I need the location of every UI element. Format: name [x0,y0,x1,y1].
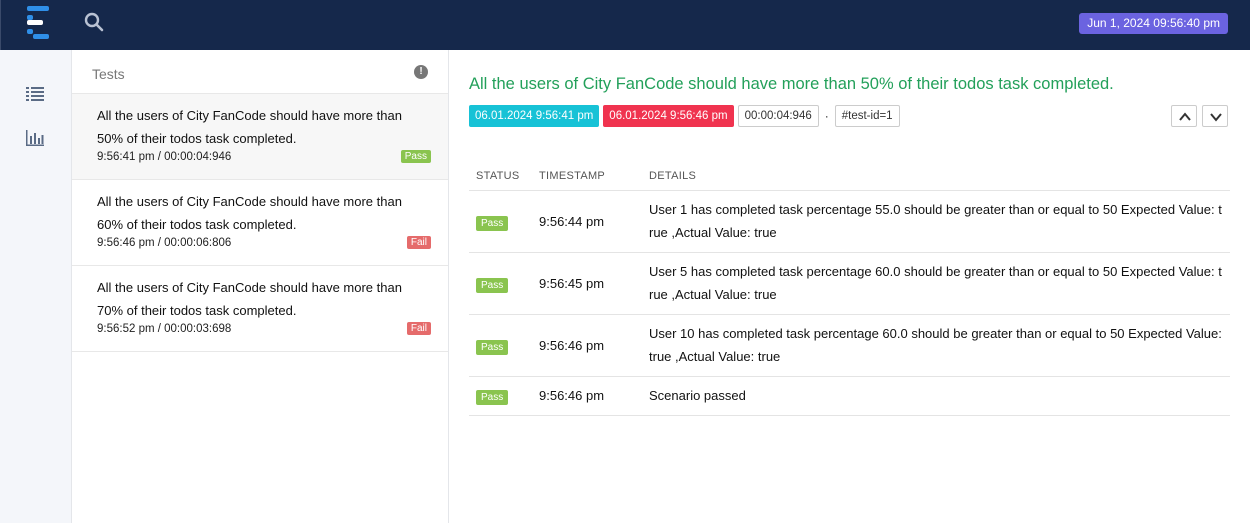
tests-panel-title: Tests [92,66,125,82]
details-column-header: DETAILS [649,162,1230,191]
log-timestamp: 9:56:44 pm [539,190,649,253]
test-item-name: All the users of City FanCode should hav… [97,108,402,146]
status-badge: Pass [476,339,509,355]
test-detail-panel: All the users of City FanCode should hav… [449,50,1250,523]
test-item-meta: 9:56:46 pm / 00:00:06:806 [97,237,232,249]
test-item-meta: 9:56:41 pm / 00:00:04:946 [97,151,232,163]
top-bar: Jun 1, 2024 09:56:40 pm [0,0,1250,50]
test-item[interactable]: All the users of City FanCode should hav… [72,94,448,180]
log-timestamp: 9:56:45 pm [539,252,649,315]
end-time-chip: 06.01.2024 9:56:46 pm [603,105,734,127]
log-details: User 10 has completed task percentage 60… [649,314,1230,377]
previous-test-button[interactable] [1171,105,1197,127]
duration-chip: 00:00:04:946 [737,105,819,127]
search-icon[interactable] [84,12,104,32]
report-date-badge: Jun 1, 2024 09:56:40 pm [1079,13,1228,34]
log-timestamp: 9:56:46 pm [539,314,649,377]
table-row: Pass 9:56:46 pm User 10 has completed ta… [469,314,1230,377]
test-item-name: All the users of City FanCode should hav… [97,194,402,232]
timestamp-column-header: TIMESTAMP [539,162,649,191]
status-badge: Fail [406,236,431,249]
test-item[interactable]: All the users of City FanCode should hav… [72,180,448,266]
chip-separator: · [824,109,829,123]
tests-panel: Tests ! All the users of City FanCode sh… [72,50,449,523]
status-badge: Pass [400,150,431,163]
chevron-up-icon [1179,112,1191,121]
test-id-chip: #test-id=1 [834,105,900,127]
status-badge: Pass [476,390,509,405]
log-details: Scenario passed [649,376,1230,416]
start-time-chip: 06.01.2024 9:56:41 pm [469,105,600,127]
list-icon[interactable] [26,86,44,102]
status-badge: Pass [476,277,509,293]
left-nav-rail [0,50,72,523]
bar-chart-icon[interactable] [26,130,44,146]
log-details: User 5 has completed task percentage 60.… [649,252,1230,315]
test-item-name: All the users of City FanCode should hav… [97,280,402,318]
test-item[interactable]: All the users of City FanCode should hav… [72,266,448,352]
status-column-header: STATUS [469,162,539,191]
status-badge: Pass [476,215,509,231]
test-detail-chips: 06.01.2024 9:56:41 pm 06.01.2024 9:56:46… [469,105,904,127]
table-row: Pass 9:56:46 pm Scenario passed [469,376,1230,416]
logo-icon[interactable] [25,6,53,40]
table-row: Pass 9:56:44 pm User 1 has completed tas… [469,190,1230,253]
table-header-row: STATUS TIMESTAMP DETAILS [469,162,1230,191]
log-timestamp: 9:56:46 pm [539,376,649,416]
status-badge: Fail [406,322,431,335]
test-detail-title: All the users of City FanCode should hav… [469,75,1114,93]
table-row: Pass 9:56:45 pm User 5 has completed tas… [469,252,1230,315]
next-test-button[interactable] [1202,105,1228,127]
chevron-down-icon [1210,113,1222,122]
test-item-meta: 9:56:52 pm / 00:00:03:698 [97,323,232,335]
log-details: User 1 has completed task percentage 55.… [649,190,1230,253]
tests-panel-header: Tests ! [72,50,448,94]
info-icon[interactable]: ! [414,65,428,79]
test-log-table: STATUS TIMESTAMP DETAILS Pass 9:56:44 pm… [469,162,1230,416]
